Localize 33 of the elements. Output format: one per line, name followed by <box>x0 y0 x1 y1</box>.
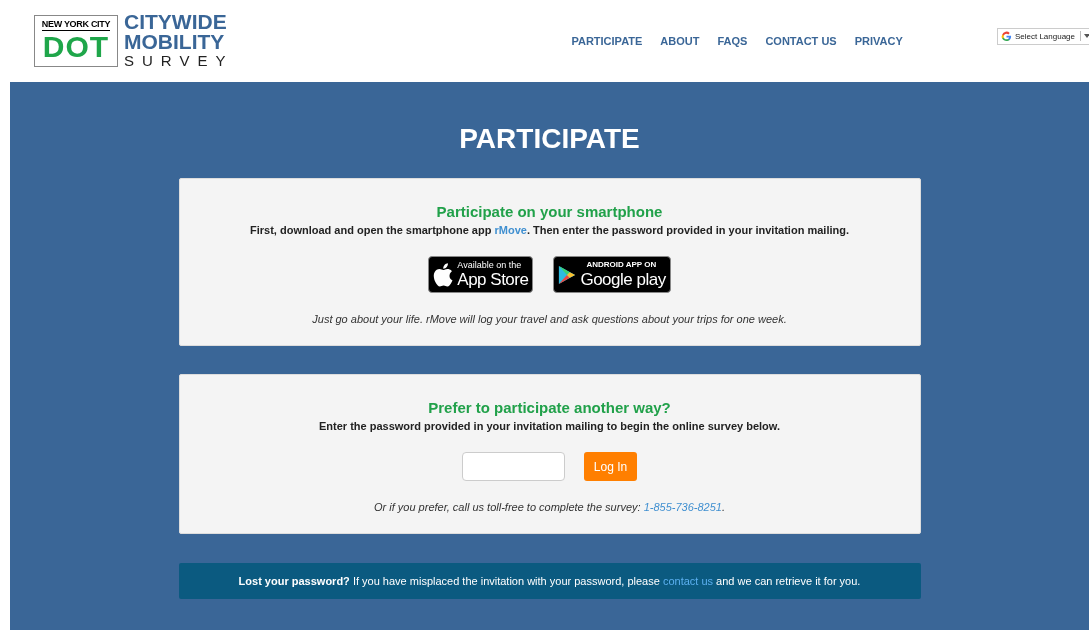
badge-store-name: App Store <box>457 270 529 289</box>
badge-store-name: Google play <box>580 270 666 289</box>
google-play-badge[interactable]: ANDROID APP ON Google play <box>553 256 671 293</box>
card-heading: Prefer to participate another way? <box>427 399 672 417</box>
nav-link[interactable]: FAQS <box>717 35 748 47</box>
logo-title: MOBILITY <box>124 32 226 52</box>
logo-subtitle: SURVEY <box>124 52 234 70</box>
card-heading: Participate on your smartphone <box>435 203 664 221</box>
logo-city-text: NEW YORK CITY <box>41 18 111 31</box>
instruction-text: First, download and open the smartphone app rMove. Then enter the password provided in your invitation mailing. <box>249 224 850 236</box>
google-icon <box>1000 30 1012 42</box>
apple-icon <box>433 262 454 287</box>
logo-title: CITYWIDE <box>124 12 228 32</box>
badge-caption: ANDROID APP ON <box>586 260 657 270</box>
contact-link[interactable]: contact us <box>662 575 714 587</box>
nav-link[interactable]: CONTACT US <box>765 35 837 47</box>
phone-text: Or if you prefer, call us toll-free to complete the survey: 1-855-736-8251. <box>373 501 726 513</box>
instruction-text: Enter the password provided in your invitation mailing to begin the online survey below. <box>317 420 781 432</box>
nav-link[interactable]: PARTICIPATE <box>571 35 643 47</box>
page-title: PARTICIPATE <box>459 122 640 156</box>
play-triangle-icon <box>558 264 577 285</box>
logo-mark-text: DOT <box>42 31 110 63</box>
badge-caption: Available on the <box>457 260 522 270</box>
rmove-link[interactable]: rMove <box>494 224 527 236</box>
dropdown-caret-icon <box>1084 33 1089 39</box>
language-select[interactable]: Select Language <box>996 27 1089 45</box>
note-text: Just go about your life. rMove will log your travel and ask questions about your trips for one week. <box>311 313 788 325</box>
phone-link[interactable]: 1-855-736-8251 <box>643 501 722 513</box>
app-store-badge[interactable]: Available on the App Store <box>428 256 534 293</box>
password-field[interactable] <box>462 452 565 481</box>
nav-link[interactable]: ABOUT <box>660 35 700 47</box>
nav-link[interactable]: PRIVACY <box>854 35 903 47</box>
lost-password-text: Lost your password? If you have misplaced the invitation with your password, please contact us and we can retrieve it for you. <box>237 575 862 587</box>
